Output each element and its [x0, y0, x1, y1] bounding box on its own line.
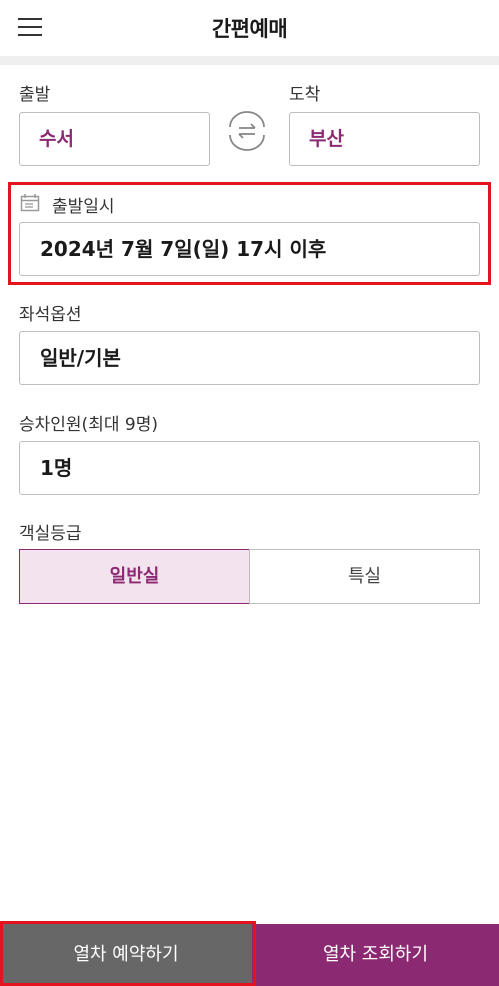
seat-class-standard-tab[interactable]: 일반실: [19, 549, 250, 604]
departure-label: 출발: [19, 85, 51, 105]
seat-class-label: 객실등급: [19, 524, 82, 544]
swap-arrows-icon[interactable]: [226, 111, 268, 151]
seat-option-label: 좌석옵션: [19, 305, 82, 325]
seat-class-first-tab[interactable]: 특실: [249, 549, 480, 604]
header-divider: [0, 56, 499, 65]
passengers-label: 승차인원(최대 9명): [19, 415, 158, 435]
calendar-icon: [20, 194, 40, 212]
book-button-highlight-box: [0, 921, 256, 986]
seat-option-field[interactable]: 일반/기본: [19, 331, 480, 385]
arrival-label: 도착: [289, 85, 321, 105]
arrival-station-field[interactable]: 부산: [289, 112, 480, 166]
departure-datetime-field[interactable]: 2024년 7월 7일(일) 17시 이후: [19, 222, 480, 276]
passengers-field[interactable]: 1명: [19, 441, 480, 495]
datetime-label: 출발일시: [52, 197, 115, 217]
page-title: 간편예매: [211, 17, 288, 41]
header: 간편예매: [0, 0, 499, 56]
search-train-button[interactable]: 열차 조회하기: [252, 924, 499, 986]
departure-station-field[interactable]: 수서: [19, 112, 210, 166]
